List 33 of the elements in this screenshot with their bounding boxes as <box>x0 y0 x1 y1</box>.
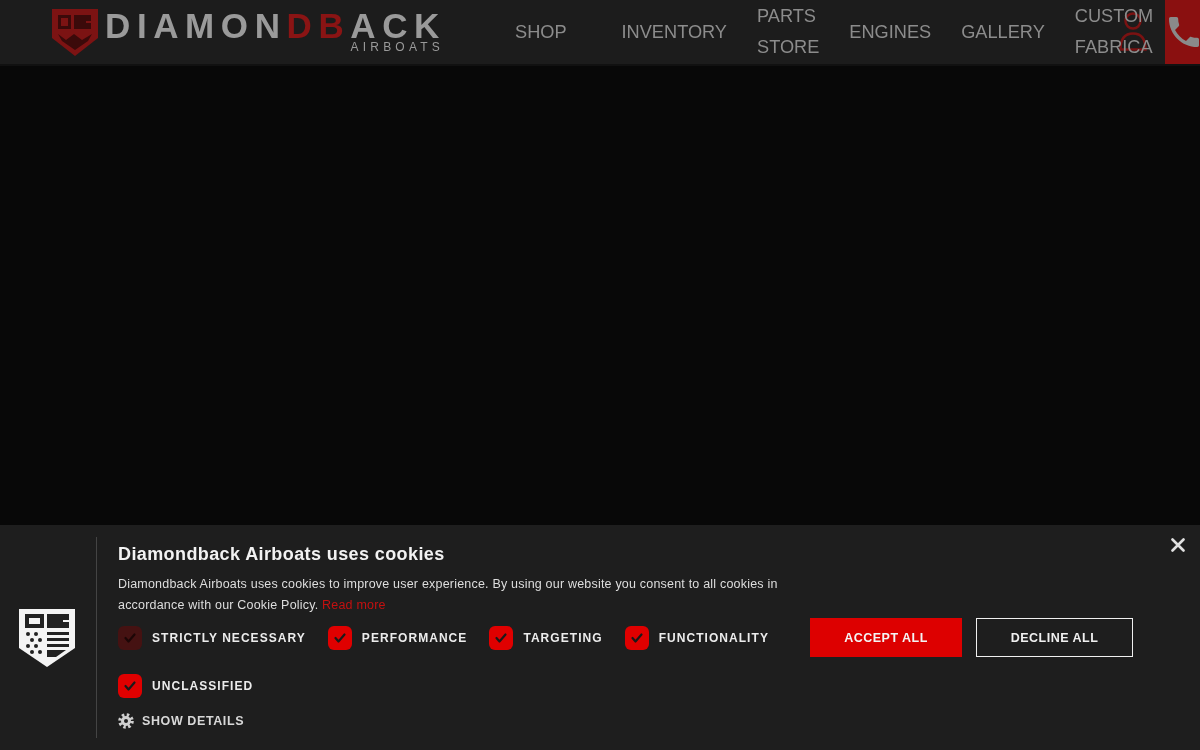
checkbox[interactable] <box>624 626 649 650</box>
flag-shield-icon <box>18 607 76 668</box>
shield-logo-icon <box>50 7 100 57</box>
check-icon <box>630 633 643 643</box>
check-icon <box>495 633 508 643</box>
phone-icon <box>1169 17 1199 47</box>
nav-link[interactable]: ENGINES <box>849 16 932 48</box>
checkbox-label: STRICTLY NECESSARY <box>152 631 306 645</box>
cookie-banner-title: Diamondback Airboats uses cookies <box>118 543 446 565</box>
checkbox-label: TARGETING <box>523 631 603 645</box>
cookie-description: Diamondback Airboats uses cookies to improve user experience. By using our website you consent to all cookies in accordance with our Cookie Policy. Read more <box>118 576 779 614</box>
check-icon <box>124 681 136 691</box>
check-icon <box>333 633 346 643</box>
decline-button[interactable]: DECLINE ALL <box>976 618 1133 657</box>
checkbox-label: PERFORMANCE <box>361 631 468 645</box>
gear-icon <box>118 713 134 729</box>
phone-button[interactable] <box>1165 0 1200 64</box>
checkbox[interactable] <box>118 674 142 698</box>
accept-button[interactable]: ACCEPT ALL <box>810 618 962 657</box>
nav-link[interactable]: PARTS STORE <box>757 1 820 63</box>
nav-link[interactable]: INVENTORY <box>621 16 727 48</box>
check-icon <box>124 633 136 643</box>
checkbox-label: FUNCTIONALITY <box>658 631 769 645</box>
nav-link[interactable]: CUSTOM FABRICA <box>1074 1 1154 63</box>
checkbox[interactable] <box>327 626 352 650</box>
close-icon[interactable] <box>1171 538 1185 552</box>
checkbox[interactable] <box>489 626 514 650</box>
logo-tagline: AIRBOATS <box>350 41 444 53</box>
show-details-button[interactable]: SHOW DETAILS <box>118 713 245 729</box>
checkbox-label: UNCLASSIFIED <box>152 679 254 693</box>
nav-link[interactable]: SHOP <box>515 16 567 48</box>
read-more-link[interactable]: Read more <box>322 598 386 612</box>
nav-link[interactable]: GALLERY <box>961 16 1045 48</box>
